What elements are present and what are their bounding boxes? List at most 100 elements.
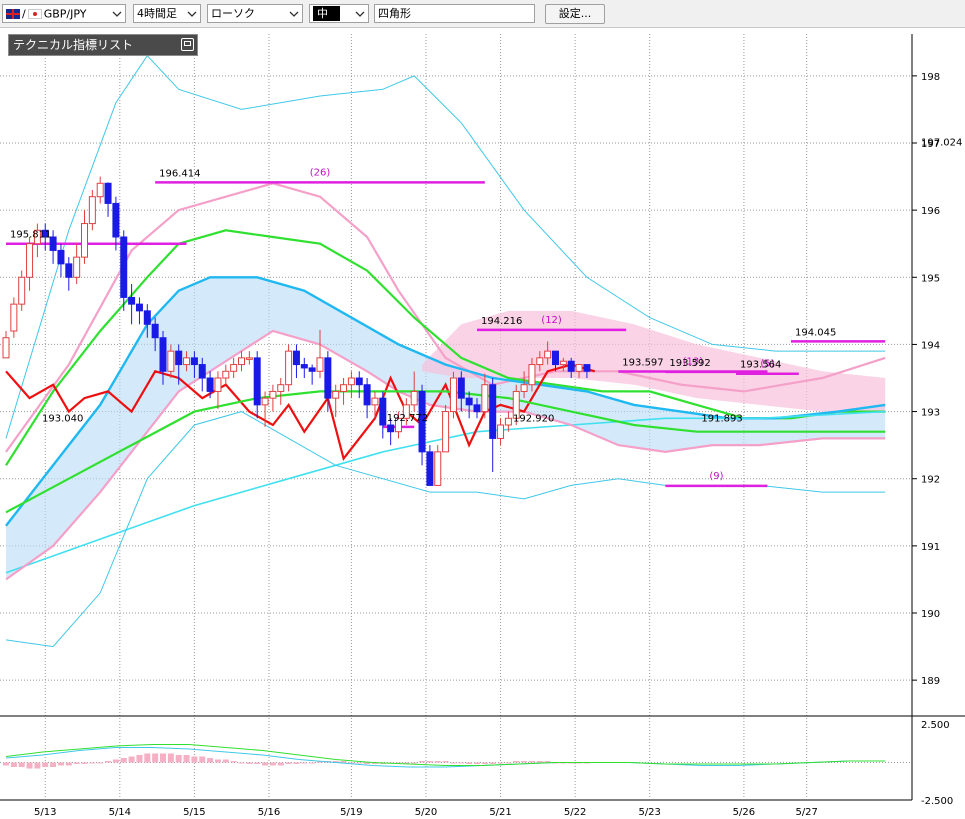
candle-up <box>504 417 512 426</box>
chart-type-label: ローソク <box>211 7 255 20</box>
osc-histogram-bar <box>65 762 72 766</box>
price-tag-label: 197.024 <box>921 137 962 148</box>
candle-up <box>261 397 269 406</box>
osc-histogram-bar <box>356 762 363 764</box>
osc-histogram-bar <box>120 758 127 763</box>
candle-up <box>347 377 355 386</box>
osc-histogram-bar <box>128 756 135 763</box>
jp-flag-icon <box>27 9 42 19</box>
osc-histogram-bar <box>3 762 9 766</box>
candle-up <box>544 350 552 359</box>
indicator-list-panel[interactable]: テクニカル指標リスト <box>8 34 198 56</box>
y-tick-label: 194 <box>921 340 940 351</box>
candle-down <box>583 364 591 372</box>
high-price-label: 194.216 <box>481 316 522 327</box>
shape-field[interactable]: 四角形 <box>374 4 535 23</box>
candle-down <box>253 357 261 406</box>
x-tick-label: 5/26 <box>733 807 755 818</box>
osc-histogram-bar <box>434 761 441 763</box>
candle-down <box>198 364 206 379</box>
osc-histogram-bar <box>293 762 300 764</box>
settings-button[interactable]: 設定... <box>545 4 605 24</box>
osc-histogram-bar <box>513 761 520 763</box>
box-count-label: (26) <box>310 167 331 178</box>
candle-down <box>292 350 300 366</box>
osc-histogram-bar <box>207 758 214 763</box>
minimize-icon[interactable] <box>181 38 194 51</box>
osc-histogram-bar <box>528 761 535 763</box>
osc-histogram-bar <box>105 761 112 763</box>
candle-down <box>308 367 316 372</box>
candle-up <box>371 397 379 406</box>
chart-type-select[interactable]: ローソク <box>207 4 303 23</box>
candle-down <box>426 451 434 486</box>
x-tick-label: 5/22 <box>564 807 586 818</box>
candle-up <box>10 303 18 332</box>
y-tick-label: 189 <box>921 676 940 687</box>
low-price-label: 193.040 <box>42 414 83 425</box>
timeframe-label: 4時間足 <box>137 7 177 20</box>
low-price-label: 192.920 <box>513 414 554 425</box>
osc-lower-label: -2.500 <box>921 796 953 807</box>
x-tick-label: 5/20 <box>415 807 437 818</box>
y-tick-label: 195 <box>921 273 940 284</box>
candle-down <box>457 377 465 399</box>
candle-up <box>2 337 10 359</box>
osc-histogram-bar <box>175 755 182 763</box>
candle-up <box>214 377 222 392</box>
osc-histogram-bar <box>458 762 465 764</box>
osc-histogram-bar <box>160 753 166 763</box>
symbol-select[interactable]: / GBP/JPY <box>2 4 126 23</box>
candle-down <box>355 377 363 386</box>
timeframe-select[interactable]: 4時間足 <box>133 4 201 23</box>
candle-up <box>81 223 88 258</box>
osc-histogram-bar <box>222 759 229 763</box>
candle-down <box>324 357 332 399</box>
candle-up <box>481 384 489 413</box>
osc-histogram-bar <box>474 762 480 764</box>
candle-up <box>88 196 96 225</box>
osc-histogram-bar <box>136 755 143 763</box>
candle-up <box>26 243 34 278</box>
candle-up <box>559 360 567 366</box>
osc-histogram-bar <box>191 756 198 763</box>
osc-histogram-bar <box>73 762 80 764</box>
osc-histogram-bar <box>18 762 25 767</box>
candle-down <box>57 249 65 265</box>
candle-down <box>128 296 136 305</box>
osc-histogram-bar <box>183 755 190 763</box>
candle-down <box>489 384 497 439</box>
size-label: 中 <box>313 6 340 21</box>
symbol-label: GBP/JPY <box>43 7 87 21</box>
high-price-label: 192.772 <box>387 413 428 424</box>
y-tick-label: 191 <box>921 542 940 553</box>
box-count-label: (9) <box>709 471 723 482</box>
box-count-label: (12) <box>541 315 562 326</box>
toolbar: / GBP/JPY 4時間足 ローソク 中 四角形 設定... <box>0 0 965 28</box>
candle-up <box>285 350 293 386</box>
candle-down <box>473 404 481 413</box>
candle-up <box>277 384 285 392</box>
candle-down <box>300 364 308 369</box>
y-tick-label: 192 <box>921 475 940 486</box>
candle-up <box>442 411 450 453</box>
candle-up <box>245 357 253 360</box>
candle-up <box>230 364 238 372</box>
x-tick-label: 5/15 <box>183 807 205 818</box>
osc-histogram-bar <box>450 762 457 764</box>
osc-histogram-bar <box>536 761 543 763</box>
osc-histogram-bar <box>340 761 347 763</box>
x-tick-label: 5/27 <box>795 807 817 818</box>
osc-histogram-bar <box>10 762 17 767</box>
osc-histogram-bar <box>489 762 496 764</box>
indicator-list-title: テクニカル指標リスト <box>13 38 134 52</box>
chevron-down-icon <box>187 11 197 17</box>
candle-up <box>497 424 505 439</box>
osc-histogram-bar <box>411 762 418 764</box>
size-select[interactable]: 中 <box>309 4 369 23</box>
y-tick-label: 193 <box>921 408 940 419</box>
x-tick-label: 5/16 <box>258 807 280 818</box>
candle-up <box>575 364 583 372</box>
x-tick-label: 5/19 <box>340 807 362 818</box>
candle-up <box>340 384 348 392</box>
